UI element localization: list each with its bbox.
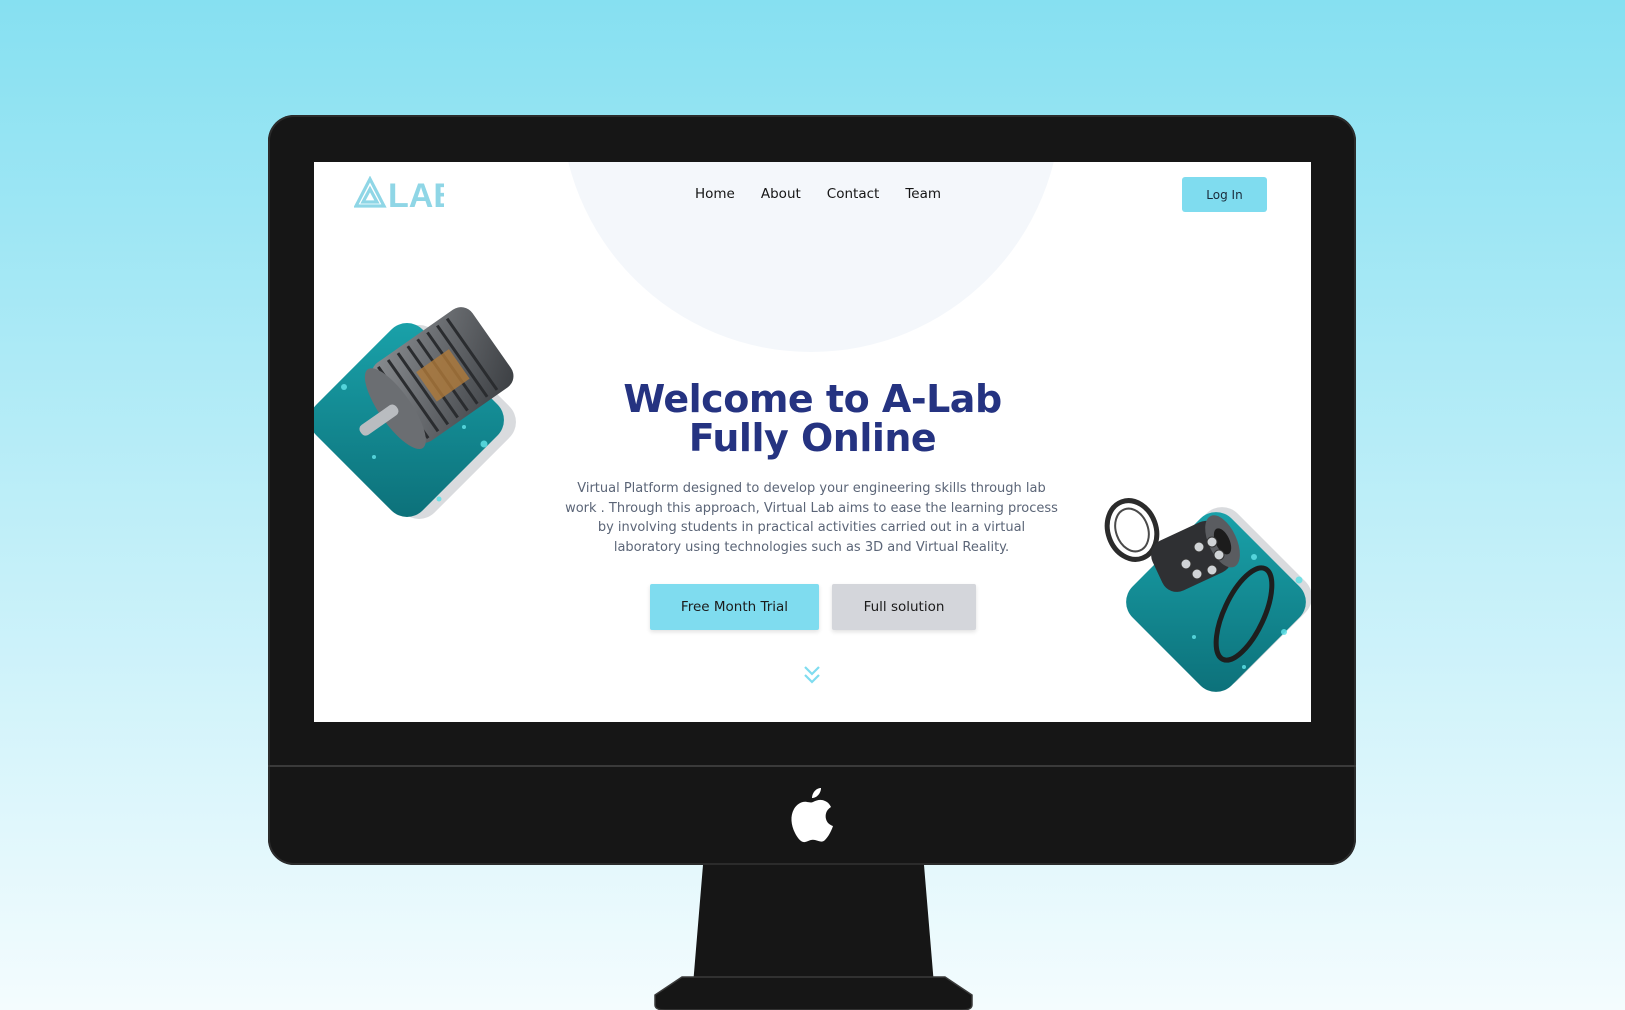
nav-about[interactable]: About [761,186,801,202]
a-lab-logo[interactable]: LAB [354,176,444,210]
hero-title-line-1: Welcome to A-Lab [623,377,1002,421]
chin-divider [268,765,1356,767]
nav-team[interactable]: Team [905,186,941,202]
full-solution-button[interactable]: Full solution [832,584,976,630]
bearing-illustration [1104,498,1311,692]
free-trial-button[interactable]: Free Month Trial [650,584,819,630]
hero-description: Virtual Platform designed to develop you… [565,481,1058,555]
hero-title: Welcome to A-Lab Fully Online [314,380,1311,458]
double-chevron-down-icon[interactable] [802,664,822,686]
logo-text: LAB [388,177,444,210]
apple-logo-icon [791,788,833,843]
nav-contact[interactable]: Contact [827,186,880,202]
hero-title-line-2: Fully Online [688,416,937,460]
website-screen: LAB Home About Contact Team Log In [314,162,1311,722]
imac-stand [654,865,973,1010]
main-nav: Home About Contact Team [695,186,941,202]
nav-home[interactable]: Home [695,186,735,202]
login-button[interactable]: Log In [1182,177,1267,212]
